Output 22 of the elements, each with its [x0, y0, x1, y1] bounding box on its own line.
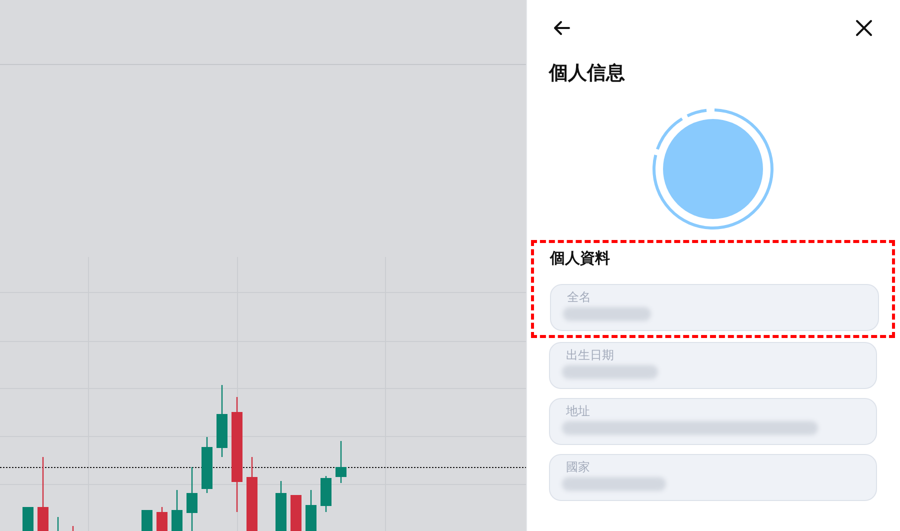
- candlestick: [276, 481, 286, 531]
- input-field[interactable]: 出生日期: [549, 342, 877, 389]
- close-icon[interactable]: [855, 19, 873, 37]
- candlestick: [22, 507, 34, 531]
- input-field[interactable]: 國家: [549, 454, 877, 501]
- candlestick: [172, 490, 182, 531]
- candlestick: [336, 441, 346, 483]
- candlestick: [57, 517, 59, 531]
- input-field[interactable]: 全名: [550, 284, 879, 331]
- back-arrow-icon[interactable]: [552, 18, 572, 38]
- candlestick: [156, 507, 168, 531]
- candlestick: [186, 467, 198, 531]
- section-heading: 個人資料: [550, 249, 611, 268]
- panel-title: 個人信息: [549, 61, 626, 86]
- candlestick: [306, 490, 316, 531]
- input-field[interactable]: 地址: [549, 398, 877, 445]
- candlestick: [142, 510, 152, 531]
- candlestick: [216, 385, 228, 457]
- candlestick: [202, 437, 212, 493]
- candlestick: [72, 526, 74, 531]
- candlestick: [290, 495, 302, 531]
- candlestick: [320, 476, 332, 512]
